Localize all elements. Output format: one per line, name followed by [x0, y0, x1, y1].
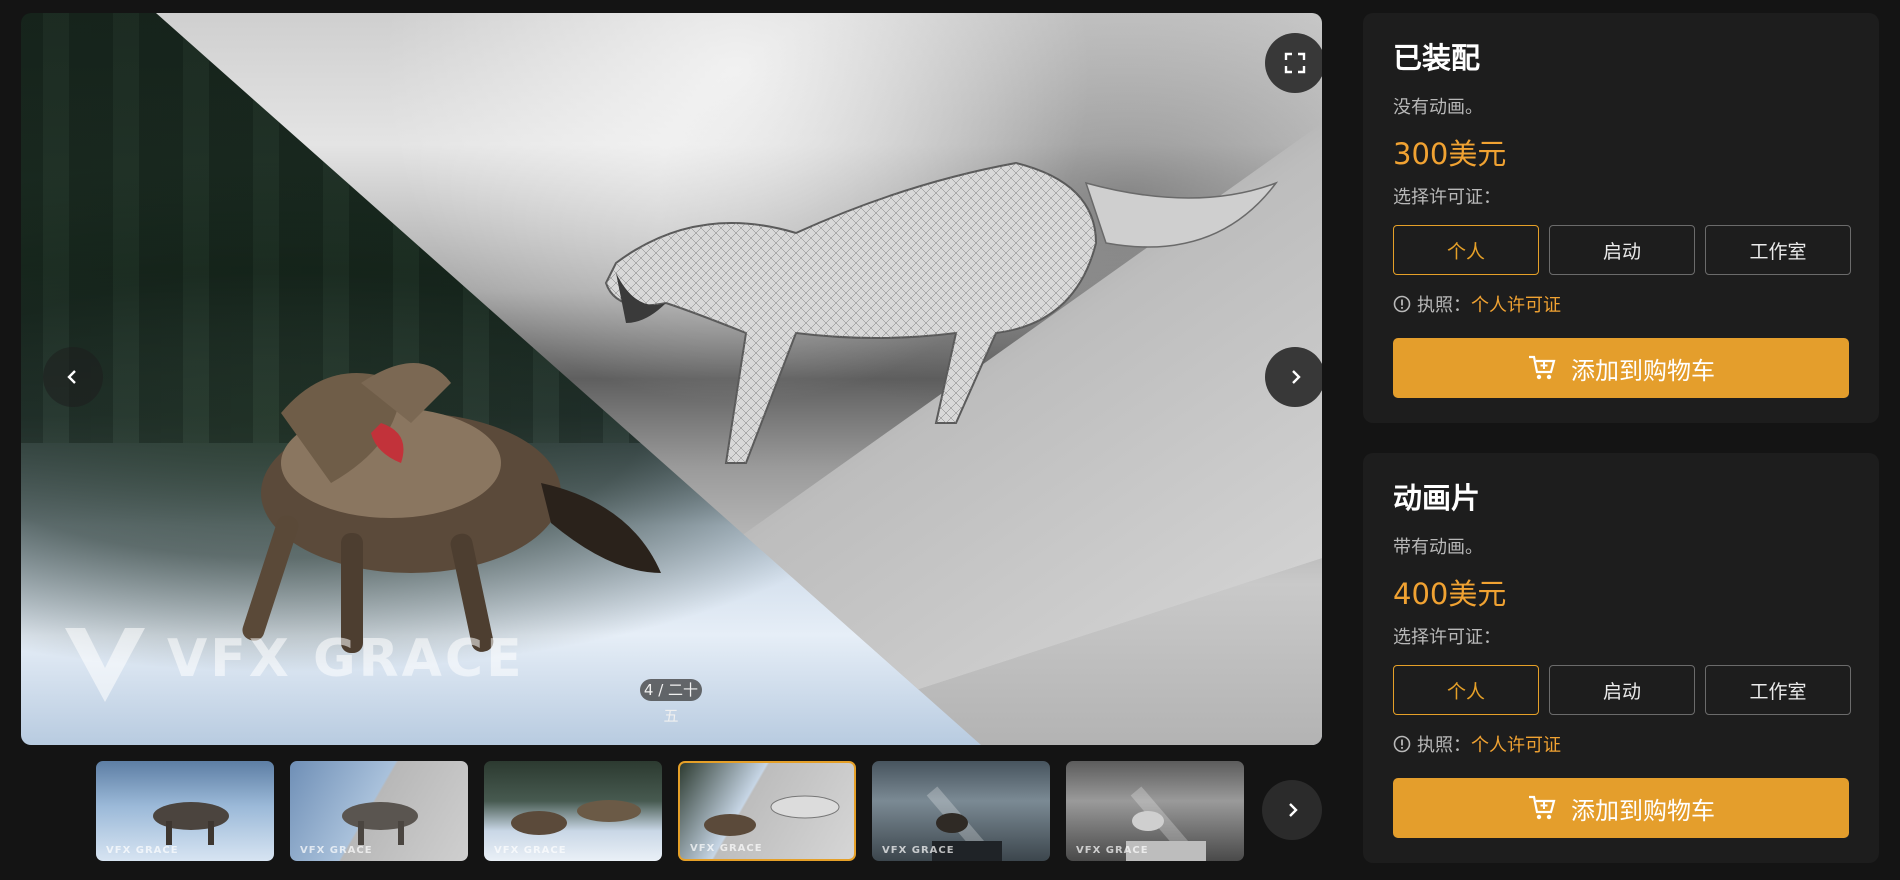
- image-counter: 4 / 二十: [640, 679, 702, 701]
- info-icon: [1393, 295, 1411, 313]
- license-value: 个人许可证: [1471, 295, 1561, 316]
- vfx-grace-watermark: VFX GRACE: [61, 618, 525, 706]
- prev-image-button[interactable]: [43, 347, 103, 407]
- thumb-watermark: VFX GRACE: [106, 845, 179, 856]
- license-option-studio[interactable]: 工作室: [1705, 225, 1851, 275]
- wolf-wireframe-figure: [604, 161, 1279, 464]
- chevron-right-icon: [1289, 803, 1298, 817]
- license-info: 执照： 个人许可证: [1393, 731, 1561, 757]
- thumbnail-6[interactable]: VFX GRACE: [1066, 761, 1244, 861]
- license-option-startup[interactable]: 启动: [1549, 225, 1695, 275]
- chevron-left-icon: [67, 370, 76, 384]
- product-title: 动画片: [1393, 481, 1481, 515]
- license-option-personal[interactable]: 个人: [1393, 225, 1539, 275]
- license-option-personal[interactable]: 个人: [1393, 665, 1539, 715]
- license-prefix: 执照：: [1417, 735, 1471, 756]
- product-description: 没有动画。: [1393, 97, 1483, 118]
- add-to-cart-button[interactable]: 添加到购物车: [1393, 778, 1849, 838]
- cart-plus-icon: [1529, 355, 1556, 380]
- next-image-button[interactable]: [1265, 347, 1322, 407]
- thumbnail-5[interactable]: VFX GRACE: [872, 761, 1050, 861]
- thumbnail-2[interactable]: VFX GRACE: [290, 761, 468, 861]
- vfx-grace-logo-icon: [65, 628, 145, 702]
- thumb-watermark: VFX GRACE: [1076, 845, 1149, 856]
- thumb-watermark: VFX GRACE: [882, 845, 955, 856]
- product-price: 400美元: [1393, 577, 1507, 611]
- license-option-startup[interactable]: 启动: [1549, 665, 1695, 715]
- add-to-cart-label: 添加到购物车: [1571, 356, 1715, 385]
- thumb-watermark: VFX GRACE: [300, 845, 373, 856]
- chevron-right-icon: [1292, 370, 1301, 384]
- thumbnail-3[interactable]: VFX GRACE: [484, 761, 662, 861]
- thumbnail-1[interactable]: VFX GRACE: [96, 761, 274, 861]
- thumb-watermark: VFX GRACE: [494, 845, 567, 856]
- product-title: 已装配: [1393, 41, 1481, 75]
- product-image-viewer[interactable]: VFX GRACE 4 / 二十 五: [21, 13, 1322, 745]
- license-select-label: 选择许可证：: [1393, 187, 1501, 208]
- add-to-cart-button[interactable]: 添加到购物车: [1393, 338, 1849, 398]
- license-value: 个人许可证: [1471, 735, 1561, 756]
- license-prefix: 执照：: [1417, 295, 1471, 316]
- add-to-cart-label: 添加到购物车: [1571, 796, 1715, 825]
- product-price: 300美元: [1393, 137, 1507, 171]
- cart-plus-icon: [1529, 795, 1556, 820]
- info-icon: [1393, 735, 1411, 753]
- fullscreen-button[interactable]: [1265, 33, 1322, 93]
- license-option-studio[interactable]: 工作室: [1705, 665, 1851, 715]
- license-info: 执照： 个人许可证: [1393, 291, 1561, 317]
- watermark-text: VFX GRACE: [167, 629, 525, 689]
- thumbnails-next-button[interactable]: [1262, 780, 1322, 840]
- product-description: 带有动画。: [1393, 537, 1483, 558]
- product-card-animated: 动画片 带有动画。 400美元 选择许可证： 个人 启动 工作室 执照： 个人许…: [1363, 453, 1879, 863]
- image-counter-wrap: 五: [663, 707, 679, 725]
- thumb-watermark: VFX GRACE: [690, 843, 763, 854]
- thumbnail-4[interactable]: VFX GRACE: [678, 761, 856, 861]
- product-card-rigged: 已装配 没有动画。 300美元 选择许可证： 个人 启动 工作室 执照： 个人许…: [1363, 13, 1879, 423]
- license-select-label: 选择许可证：: [1393, 627, 1501, 648]
- fullscreen-icon: [1284, 52, 1306, 74]
